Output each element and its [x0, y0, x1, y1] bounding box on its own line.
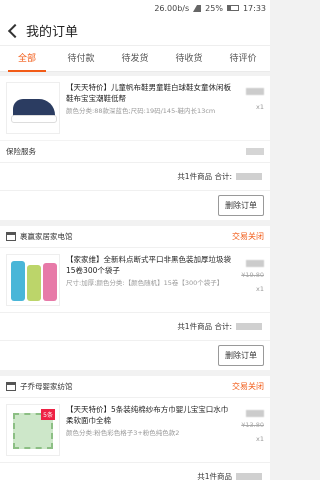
tab-pending-shipment[interactable]: 待发货 — [108, 46, 162, 72]
total-blurred — [236, 173, 262, 180]
tab-pending-payment[interactable]: 待付款 — [54, 46, 108, 72]
order-item[interactable]: 【家家维】全新料点断式平口非黑色装加厚垃圾袋15卷300个袋子 尺寸:加厚;颜色… — [0, 248, 270, 312]
product-spec: 尺寸:加厚;颜色分类:【颜色随机】15卷【300个袋子】 — [66, 279, 224, 287]
order-card: 裹赢家居家电馆 交易关闭 【家家维】全新料点断式平口非黑色装加厚垃圾袋15卷30… — [0, 226, 270, 370]
trash-bag-image — [43, 263, 57, 301]
quantity: x1 — [256, 435, 264, 443]
delete-order-button[interactable]: 删除订单 — [218, 195, 264, 216]
product-title: 【天天特价】儿童帆布鞋男童鞋白球鞋女童休闲板鞋布宝宝潮鞋低帮 — [66, 83, 231, 103]
shop-icon — [6, 382, 16, 391]
total-blurred — [236, 473, 262, 480]
battery-icon — [226, 5, 239, 11]
app-header: 我的订单 — [0, 16, 270, 46]
trash-bag-image — [11, 261, 25, 301]
battery-percent: 25% — [205, 3, 223, 13]
product-badge: 5条 — [41, 409, 55, 420]
insurance-service-row: 保险服务 — [0, 140, 270, 162]
order-item[interactable]: 【天天特价】儿童帆布鞋男童鞋白球鞋女童休闲板鞋布宝宝潮鞋低帮 颜色分类:88款深… — [0, 76, 270, 140]
product-title: 【家家维】全新料点断式平口非黑色装加厚垃圾袋15卷300个袋子 — [66, 255, 231, 275]
service-label: 保险服务 — [6, 147, 36, 156]
order-actions: 删除订单 — [0, 340, 270, 370]
clock: 17:33 — [242, 3, 266, 13]
order-item[interactable]: 5条 【天天特价】5条装纯棉纱布方巾婴儿宝宝口水巾柔软面巾全棉 颜色分类:粉色彩… — [0, 398, 270, 462]
summary-text: 共1件商品 合计: — [177, 322, 232, 331]
price-blurred — [246, 410, 264, 417]
quantity: x1 — [256, 103, 264, 111]
summary-text: 共1件商品 合计: — [177, 172, 232, 181]
network-speed: 26.00b/s — [154, 3, 190, 13]
product-title: 【天天特价】5条装纯棉纱布方巾婴儿宝宝口水巾柔软面巾全棉 — [66, 405, 229, 425]
original-price: ¥13.80 — [241, 421, 264, 429]
product-thumbnail[interactable] — [6, 82, 60, 134]
tab-all[interactable]: 全部 — [0, 46, 54, 72]
delete-order-button[interactable]: 删除订单 — [218, 345, 264, 366]
summary-text: 共1件商品 — [197, 472, 232, 480]
shop-name: 子乔母婴家纺馆 — [20, 382, 73, 391]
tab-pending-review[interactable]: 待评价 — [216, 46, 270, 72]
product-spec: 颜色分类:粉色彩色格子3+粉色纯色款2 — [66, 429, 180, 437]
order-tabs: 全部 待付款 待发货 待收货 待评价 — [0, 46, 270, 72]
trash-bag-image — [27, 265, 41, 301]
order-summary: 共1件商品 — [0, 462, 270, 480]
total-blurred — [236, 323, 262, 330]
shoe-image — [11, 99, 57, 123]
order-actions: 删除订单 — [0, 190, 270, 220]
product-thumbnail[interactable]: 5条 — [6, 404, 60, 456]
shop-icon — [6, 232, 16, 241]
shop-header[interactable]: 裹赢家居家电馆 交易关闭 — [0, 226, 270, 248]
page-title: 我的订单 — [26, 25, 79, 40]
order-status: 交易关闭 — [232, 232, 264, 241]
order-card: 【天天特价】儿童帆布鞋男童鞋白球鞋女童休闲板鞋布宝宝潮鞋低帮 颜色分类:88款深… — [0, 76, 270, 220]
quantity: x1 — [256, 285, 264, 293]
price-blurred — [246, 260, 264, 267]
back-arrow-icon[interactable] — [6, 24, 20, 38]
order-summary: 共1件商品 合计: — [0, 162, 270, 190]
product-thumbnail[interactable] — [6, 254, 60, 306]
status-bar: 26.00b/s 25% 17:33 — [0, 0, 270, 16]
price-blurred — [246, 88, 264, 95]
service-value-blurred — [246, 148, 264, 155]
signal-icon — [193, 4, 202, 12]
original-price: ¥19.80 — [241, 271, 264, 279]
order-card: 子乔母婴家纺馆 交易关闭 5条 【天天特价】5条装纯棉纱布方巾婴儿宝宝口水巾柔软… — [0, 376, 270, 480]
order-summary: 共1件商品 合计: — [0, 312, 270, 340]
order-status: 交易关闭 — [232, 382, 264, 391]
tab-pending-receipt[interactable]: 待收货 — [162, 46, 216, 72]
shop-header[interactable]: 子乔母婴家纺馆 交易关闭 — [0, 376, 270, 398]
product-spec: 颜色分类:88款深蓝色;尺码:19码/145-鞋内长13cm — [66, 107, 216, 115]
shop-name: 裹赢家居家电馆 — [20, 232, 73, 241]
